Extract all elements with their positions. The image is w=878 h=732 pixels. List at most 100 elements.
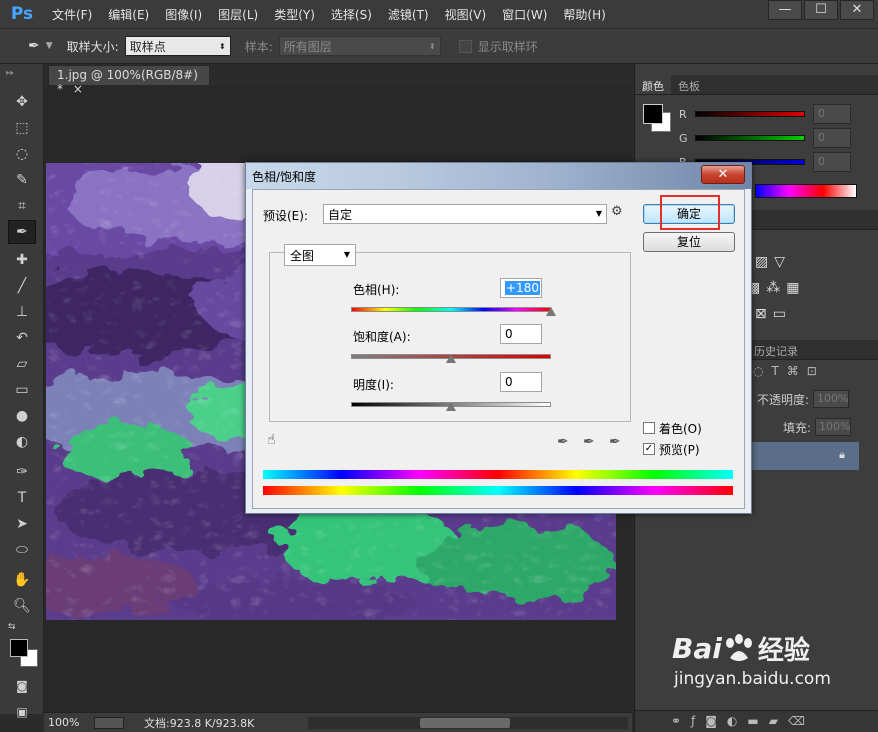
menu-image[interactable]: 图像(I) bbox=[157, 6, 210, 23]
history-brush-tool-icon[interactable]: ↶ bbox=[8, 326, 36, 350]
r-channel-slider[interactable] bbox=[695, 111, 805, 117]
opacity-value[interactable]: 100% bbox=[813, 390, 850, 408]
menu-filter[interactable]: 滤镜(T) bbox=[380, 6, 437, 23]
g-channel-slider[interactable] bbox=[695, 135, 805, 141]
hand-tool-icon[interactable]: ✋ bbox=[8, 568, 36, 592]
swap-colors-icon[interactable]: ⇆ bbox=[8, 622, 16, 632]
g-channel-label: G bbox=[679, 131, 688, 145]
adjustment-icons-row2[interactable]: ▩⁂▦ bbox=[747, 280, 805, 296]
output-spectrum-bar bbox=[263, 470, 733, 479]
collapse-icon[interactable]: ▸▸ bbox=[6, 68, 14, 77]
dodge-tool-icon[interactable]: ◐ bbox=[8, 430, 36, 454]
b-channel-value[interactable]: 0 bbox=[813, 152, 851, 172]
sample-select[interactable]: 所有图层 ⬍ bbox=[278, 36, 441, 56]
quick-mask-icon[interactable]: ◙ bbox=[8, 674, 36, 698]
range-select[interactable]: 全图 ▼ bbox=[284, 244, 356, 266]
document-tab[interactable]: 1.jpg @ 100%(RGB/8#) * × bbox=[48, 65, 210, 96]
lasso-tool-icon[interactable]: ◌ bbox=[8, 142, 36, 166]
panel-foreground-swatch[interactable] bbox=[643, 104, 663, 124]
gradient-tool-icon[interactable]: ▭ bbox=[8, 378, 36, 402]
g-channel-value[interactable]: 0 bbox=[813, 128, 851, 148]
saturation-value: 0 bbox=[505, 327, 513, 341]
foreground-color-swatch[interactable] bbox=[10, 639, 28, 657]
menu-layer[interactable]: 图层(L) bbox=[210, 6, 266, 23]
layer-filter-icons[interactable]: ◌T⌘⊡ bbox=[753, 364, 825, 378]
menu-view[interactable]: 视图(V) bbox=[437, 6, 495, 23]
saturation-input[interactable]: 0 bbox=[500, 324, 542, 344]
eyedropper-subtract-icon[interactable]: ✒ bbox=[609, 434, 625, 450]
sample-value: 所有图层 bbox=[283, 39, 332, 54]
dialog-titlebar[interactable]: 色相/饱和度 ✕ bbox=[246, 163, 751, 189]
ellipse-tool-icon[interactable]: ⬭ bbox=[8, 538, 36, 562]
stamp-tool-icon[interactable]: ⊥ bbox=[8, 300, 36, 324]
hue-value: +180 bbox=[505, 281, 540, 295]
r-channel-value[interactable]: 0 bbox=[813, 104, 851, 124]
watermark-url: jingyan.baidu.com bbox=[674, 669, 831, 689]
preset-select[interactable]: 自定 ▼ bbox=[323, 204, 607, 224]
preview-checkbox[interactable]: ✓ bbox=[643, 443, 655, 455]
screen-mode-icon[interactable]: ▣ bbox=[8, 700, 36, 724]
lightness-label: 明度(I): bbox=[353, 378, 394, 392]
hue-slider-thumb[interactable] bbox=[546, 307, 556, 316]
show-ring-checkbox[interactable] bbox=[458, 39, 472, 53]
color-ramp[interactable] bbox=[755, 184, 857, 198]
gear-icon[interactable]: ⚙ bbox=[611, 204, 623, 219]
brush-tool-icon[interactable]: ╱ bbox=[8, 274, 36, 298]
menu-help[interactable]: 帮助(H) bbox=[555, 6, 613, 23]
lightness-input[interactable]: 0 bbox=[500, 372, 542, 392]
adjustment-icons[interactable]: ▨▽ bbox=[755, 254, 791, 270]
saturation-slider-thumb[interactable] bbox=[446, 354, 456, 363]
layer-row-selected[interactable]: 🔒︎ bbox=[747, 442, 859, 470]
zoom-tool-icon[interactable]: 🔍︎ bbox=[8, 594, 36, 618]
path-select-tool-icon[interactable]: ➤ bbox=[8, 512, 36, 536]
eyedropper-icon[interactable]: ✒ bbox=[28, 38, 40, 54]
reset-button[interactable]: 复位 bbox=[643, 232, 735, 252]
marquee-tool-icon[interactable]: ⬚ bbox=[8, 116, 36, 140]
tools-panel: ▸▸ ✥ ⬚ ◌ ✎ ⌗ ✒ ✚ ╱ ⊥ ↶ ▱ ▭ ● ◐ ✑ T ➤ ⬭ ✋… bbox=[0, 64, 44, 719]
tab-color[interactable]: 颜色 bbox=[635, 75, 671, 94]
eyedropper-tool-icon[interactable]: ✒ bbox=[8, 220, 36, 244]
horizontal-scrollbar[interactable] bbox=[308, 717, 628, 729]
menu-type[interactable]: 类型(Y) bbox=[266, 6, 323, 23]
close-button[interactable]: ✕ bbox=[840, 0, 874, 20]
paw-icon bbox=[725, 633, 752, 661]
menu-bar: Ps 文件(F) 编辑(E) 图像(I) 图层(L) 类型(Y) 选择(S) 滤… bbox=[0, 0, 878, 28]
blur-tool-icon[interactable]: ● bbox=[8, 404, 36, 428]
eyedropper-icon[interactable]: ✒ bbox=[557, 434, 573, 450]
chevron-down-icon[interactable]: ▼ bbox=[46, 41, 53, 51]
tab-swatches[interactable]: 色板 bbox=[671, 75, 707, 94]
status-bar: 100% 文档:923.8 K/923.8K bbox=[44, 712, 632, 732]
menu-window[interactable]: 窗口(W) bbox=[494, 6, 555, 23]
move-tool-icon[interactable]: ✥ bbox=[8, 90, 36, 114]
preview-label: 预览(P) bbox=[659, 443, 700, 457]
adjustment-icons-row3[interactable]: ⊠▭ bbox=[755, 306, 792, 322]
crop-tool-icon[interactable]: ⌗ bbox=[8, 194, 36, 218]
eraser-tool-icon[interactable]: ▱ bbox=[8, 352, 36, 376]
eyedropper-add-icon[interactable]: ✒ bbox=[583, 434, 599, 450]
photoshop-window: Ps 文件(F) 编辑(E) 图像(I) 图层(L) 类型(Y) 选择(S) 滤… bbox=[0, 0, 878, 732]
colorize-checkbox[interactable] bbox=[643, 422, 655, 434]
menu-file[interactable]: 文件(F) bbox=[44, 6, 100, 23]
fill-value[interactable]: 100% bbox=[815, 418, 852, 436]
hue-slider[interactable] bbox=[351, 307, 551, 312]
zoom-level[interactable]: 100% bbox=[48, 716, 88, 729]
maximize-button[interactable]: ☐ bbox=[804, 0, 838, 20]
color-panel-tabs: 颜色 色板 bbox=[635, 75, 878, 95]
healing-tool-icon[interactable]: ✚ bbox=[8, 248, 36, 272]
hue-input[interactable]: +180 bbox=[500, 278, 542, 298]
sample-size-select[interactable]: 取样点 ⬍ bbox=[124, 36, 231, 56]
close-tab-icon[interactable]: × bbox=[73, 82, 83, 96]
scrollbar-thumb[interactable] bbox=[420, 718, 510, 728]
quick-select-tool-icon[interactable]: ✎ bbox=[8, 168, 36, 192]
menu-select[interactable]: 选择(S) bbox=[323, 6, 380, 23]
on-image-adjust-icon[interactable]: ☝ bbox=[267, 432, 276, 448]
tab-history[interactable]: 历史记录 bbox=[747, 340, 805, 359]
dialog-close-button[interactable]: ✕ bbox=[701, 165, 745, 184]
type-tool-icon[interactable]: T bbox=[8, 486, 36, 510]
lightness-slider-thumb[interactable] bbox=[446, 402, 456, 411]
pen-tool-icon[interactable]: ✑ bbox=[8, 460, 36, 484]
menu-edit[interactable]: 编辑(E) bbox=[100, 6, 157, 23]
minimize-button[interactable]: — bbox=[768, 0, 802, 20]
g-channel-row: G 0 bbox=[679, 128, 851, 148]
layers-footer-icons[interactable]: ⚭ƒ◙◐▬▰⌫ bbox=[635, 710, 878, 732]
